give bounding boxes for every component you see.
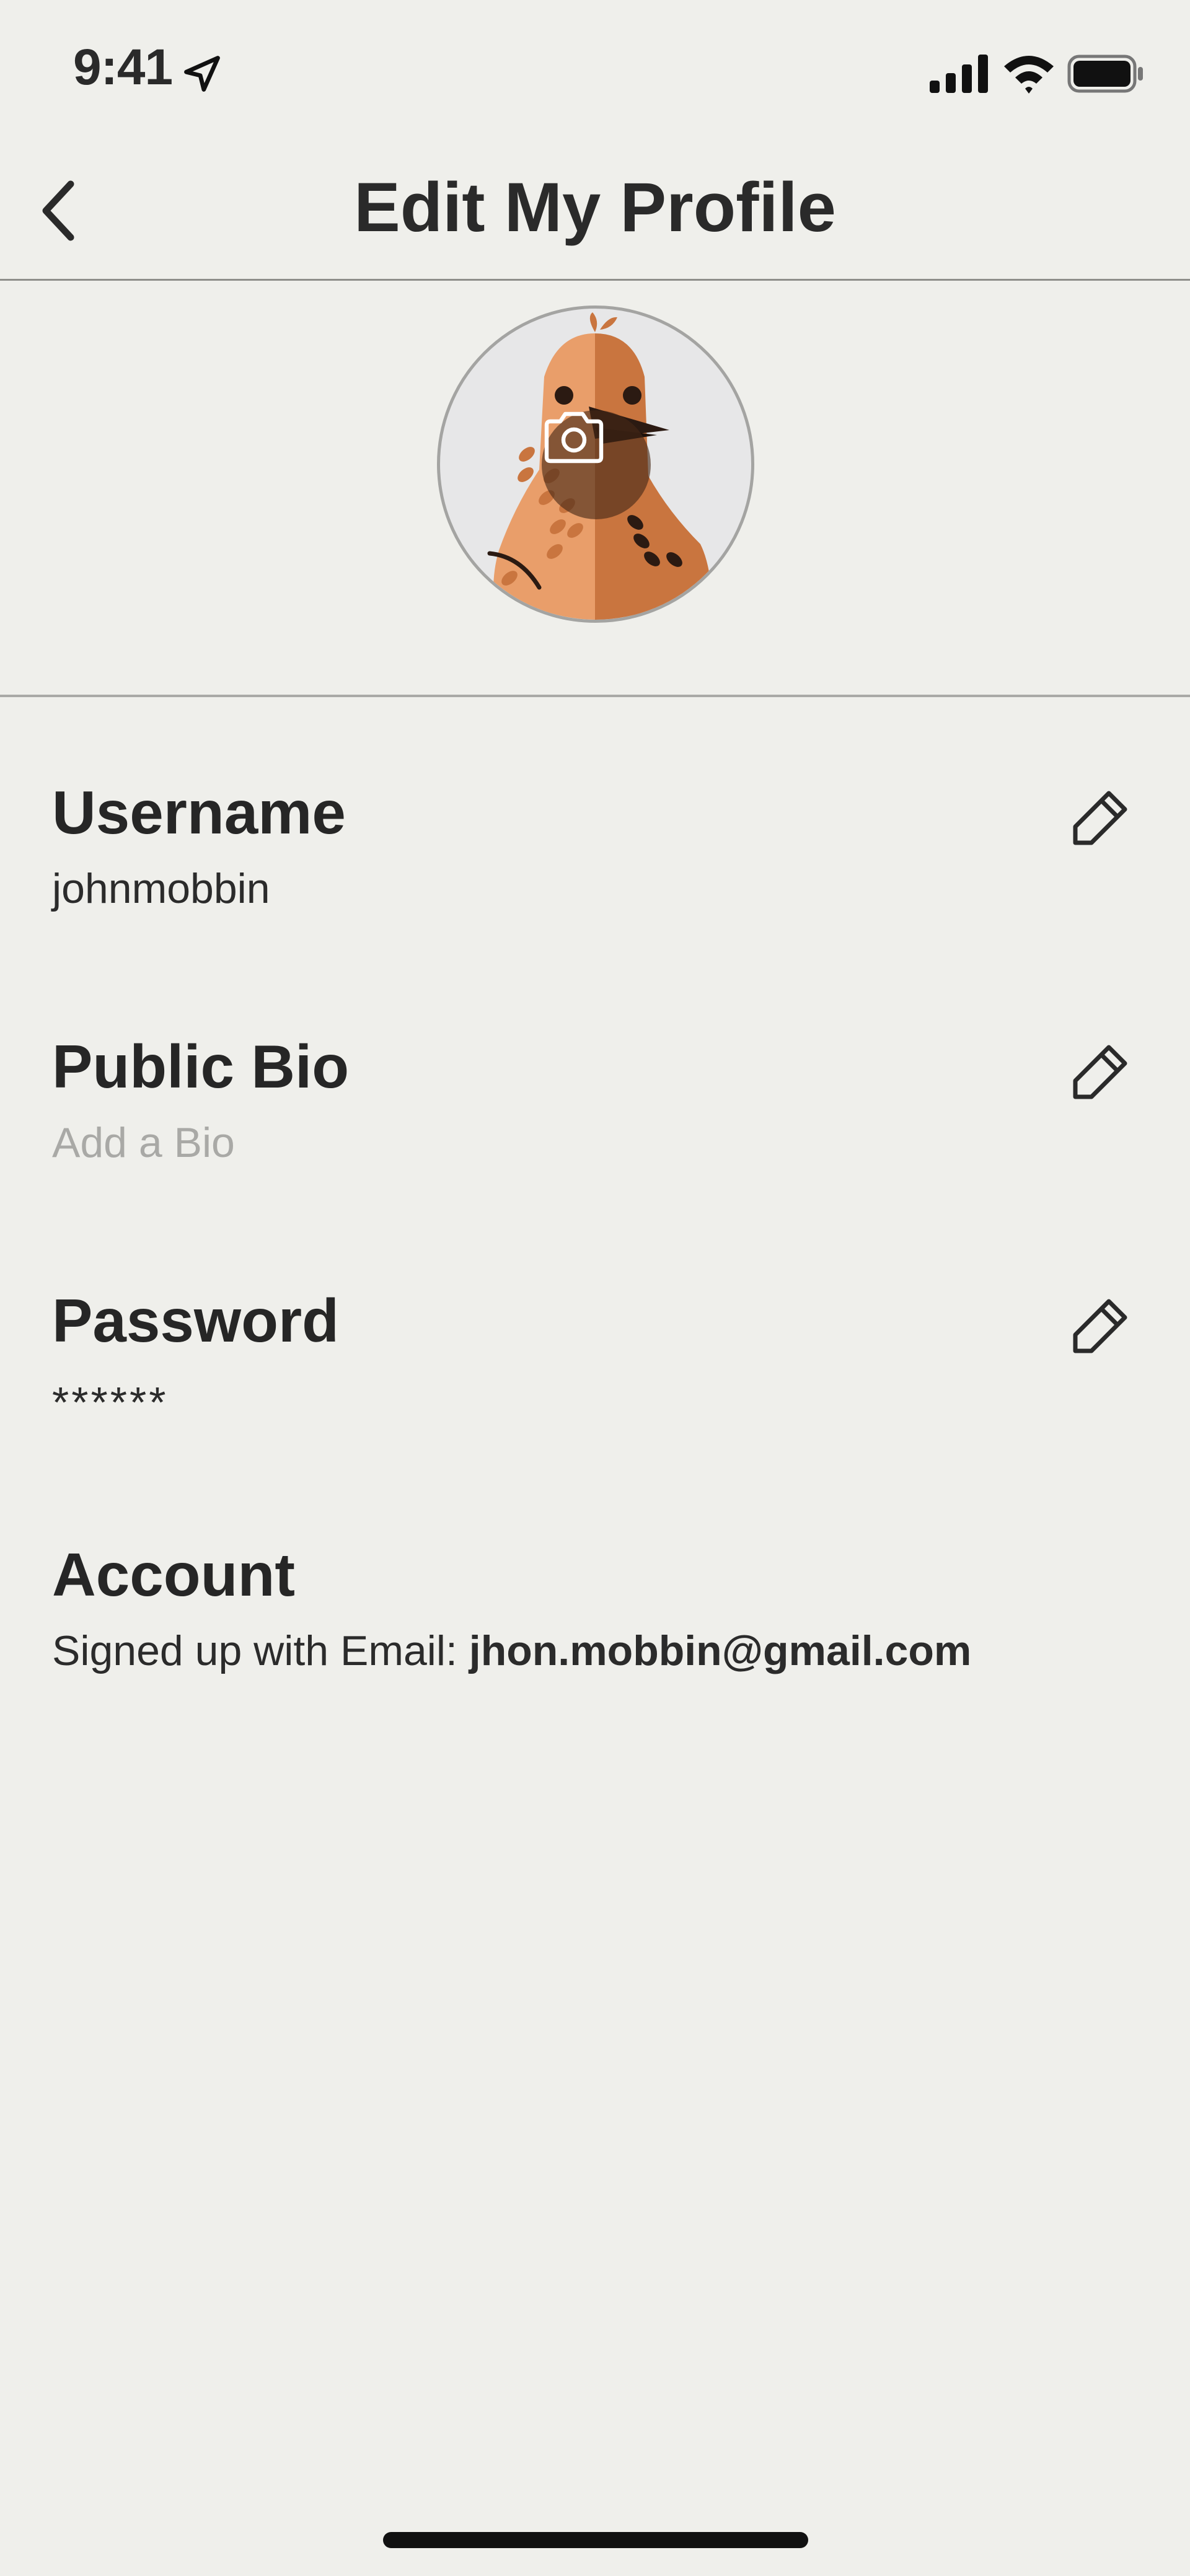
pencil-icon	[1073, 1045, 1127, 1099]
edit-password-button[interactable]	[1060, 1286, 1140, 1366]
chevron-left-icon	[42, 180, 74, 241]
home-indicator[interactable]	[383, 2532, 808, 2548]
pencil-icon	[1073, 1299, 1127, 1353]
status-bar: 9:41	[0, 0, 1190, 146]
cellular-signal-icon	[930, 55, 988, 93]
edit-username-button[interactable]	[1060, 778, 1140, 858]
battery-icon	[1067, 55, 1143, 93]
username-label: Username	[52, 778, 346, 846]
pencil-icon	[1073, 791, 1127, 845]
password-row: Password ******	[0, 1286, 1190, 1472]
account-row: Account Signed up with Email: jhon.mobbi…	[0, 1540, 1190, 1726]
edit-bio-button[interactable]	[1060, 1032, 1140, 1112]
password-value: ******	[52, 1378, 169, 1426]
page-title: Edit My Profile	[354, 169, 836, 246]
public-bio-placeholder: Add a Bio	[52, 1119, 235, 1166]
wifi-icon	[1004, 56, 1054, 94]
public-bio-label: Public Bio	[52, 1032, 350, 1101]
back-button[interactable]	[20, 170, 100, 251]
username-value: johnmobbin	[52, 865, 270, 912]
public-bio-row: Public Bio Add a Bio	[0, 1032, 1190, 1218]
password-label: Password	[52, 1286, 339, 1355]
account-label: Account	[52, 1541, 295, 1609]
account-email: jhon.mobbin@gmail.com	[469, 1627, 972, 1674]
change-photo-button[interactable]	[542, 410, 651, 519]
location-arrow-icon	[184, 56, 220, 92]
status-time: 9:41	[73, 39, 173, 95]
account-info: Signed up with Email: jhon.mobbin@gmail.…	[52, 1627, 971, 1675]
camera-icon	[544, 411, 604, 464]
nav-header: Edit My Profile	[0, 146, 1190, 281]
avatar[interactable]	[437, 306, 754, 623]
account-prefix: Signed up with Email:	[52, 1627, 469, 1674]
avatar-section	[0, 281, 1190, 697]
username-row: Username johnmobbin	[0, 778, 1190, 964]
